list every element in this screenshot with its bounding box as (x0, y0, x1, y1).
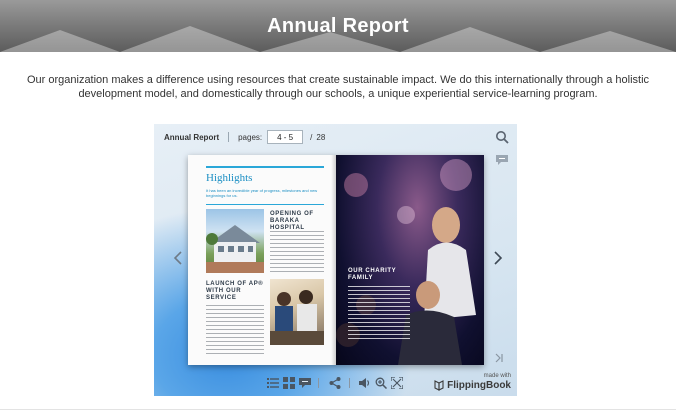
highlights-rule (206, 204, 324, 205)
pages-label: pages: (238, 132, 263, 142)
toolbar-divider (228, 132, 230, 142)
made-with-label: made with (483, 373, 511, 379)
page-title: Annual Report (267, 14, 409, 37)
right-page: OUR CHARITY FAMILY (336, 155, 484, 365)
book-spread[interactable]: Highlights It has been an incredible yea… (188, 155, 484, 365)
thumbnails-icon[interactable] (283, 377, 295, 389)
section-ap-body (206, 305, 264, 355)
highlights-heading: Highlights (206, 172, 253, 184)
highlights-subheading: It has been an incredible year of progre… (206, 188, 318, 198)
zoom-in-icon[interactable] (375, 377, 387, 389)
section-hospital-body (270, 231, 324, 273)
prev-page-icon[interactable] (173, 250, 183, 266)
brand-name: FlippingBook (447, 380, 511, 391)
students-photo (270, 279, 324, 345)
section-charity-body (348, 286, 410, 340)
toolbar-divider (318, 378, 319, 388)
next-page-icon[interactable] (493, 250, 503, 266)
viewer-toolbar: Annual Report pages: 4 - 5 / 28 (154, 124, 517, 150)
section-charity-title: OUR CHARITY FAMILY (348, 268, 397, 281)
page-number-input[interactable]: 4 - 5 (267, 130, 304, 144)
toolbar-divider (349, 378, 350, 388)
volume-icon[interactable] (359, 377, 371, 389)
comment-icon[interactable] (495, 154, 509, 166)
book-title: Annual Report (164, 132, 220, 142)
page-separator: / (310, 132, 313, 142)
viewer-bottom-toolbar: made with FlippingBook (154, 372, 517, 396)
intro-paragraph: Our organization makes a difference usin… (26, 74, 650, 100)
section-ap-title: LAUNCH OF AP® WITH OUR SERVICE (206, 281, 264, 301)
highlight-bar (206, 166, 324, 168)
table-of-contents-icon[interactable] (267, 377, 279, 389)
search-icon[interactable] (495, 130, 509, 144)
left-page: Highlights It has been an incredible yea… (188, 155, 336, 365)
page-divider (0, 409, 676, 410)
share-icon[interactable] (329, 377, 341, 389)
page-header: Annual Report (0, 0, 676, 52)
flippingbook-logo-icon (434, 380, 444, 391)
section-hospital-title: OPENING OF BARAKA HOSPITAL (270, 211, 314, 231)
hospital-photo (206, 209, 264, 273)
total-pages: 28 (316, 132, 326, 142)
flippingbook-logo[interactable]: FlippingBook (434, 380, 511, 391)
flipbook-viewer[interactable]: Annual Report pages: 4 - 5 / 28 Highligh… (154, 124, 517, 396)
notes-icon[interactable] (299, 377, 311, 389)
fullscreen-icon[interactable] (391, 377, 403, 389)
last-page-icon[interactable] (494, 353, 504, 363)
book-spine (331, 155, 341, 365)
